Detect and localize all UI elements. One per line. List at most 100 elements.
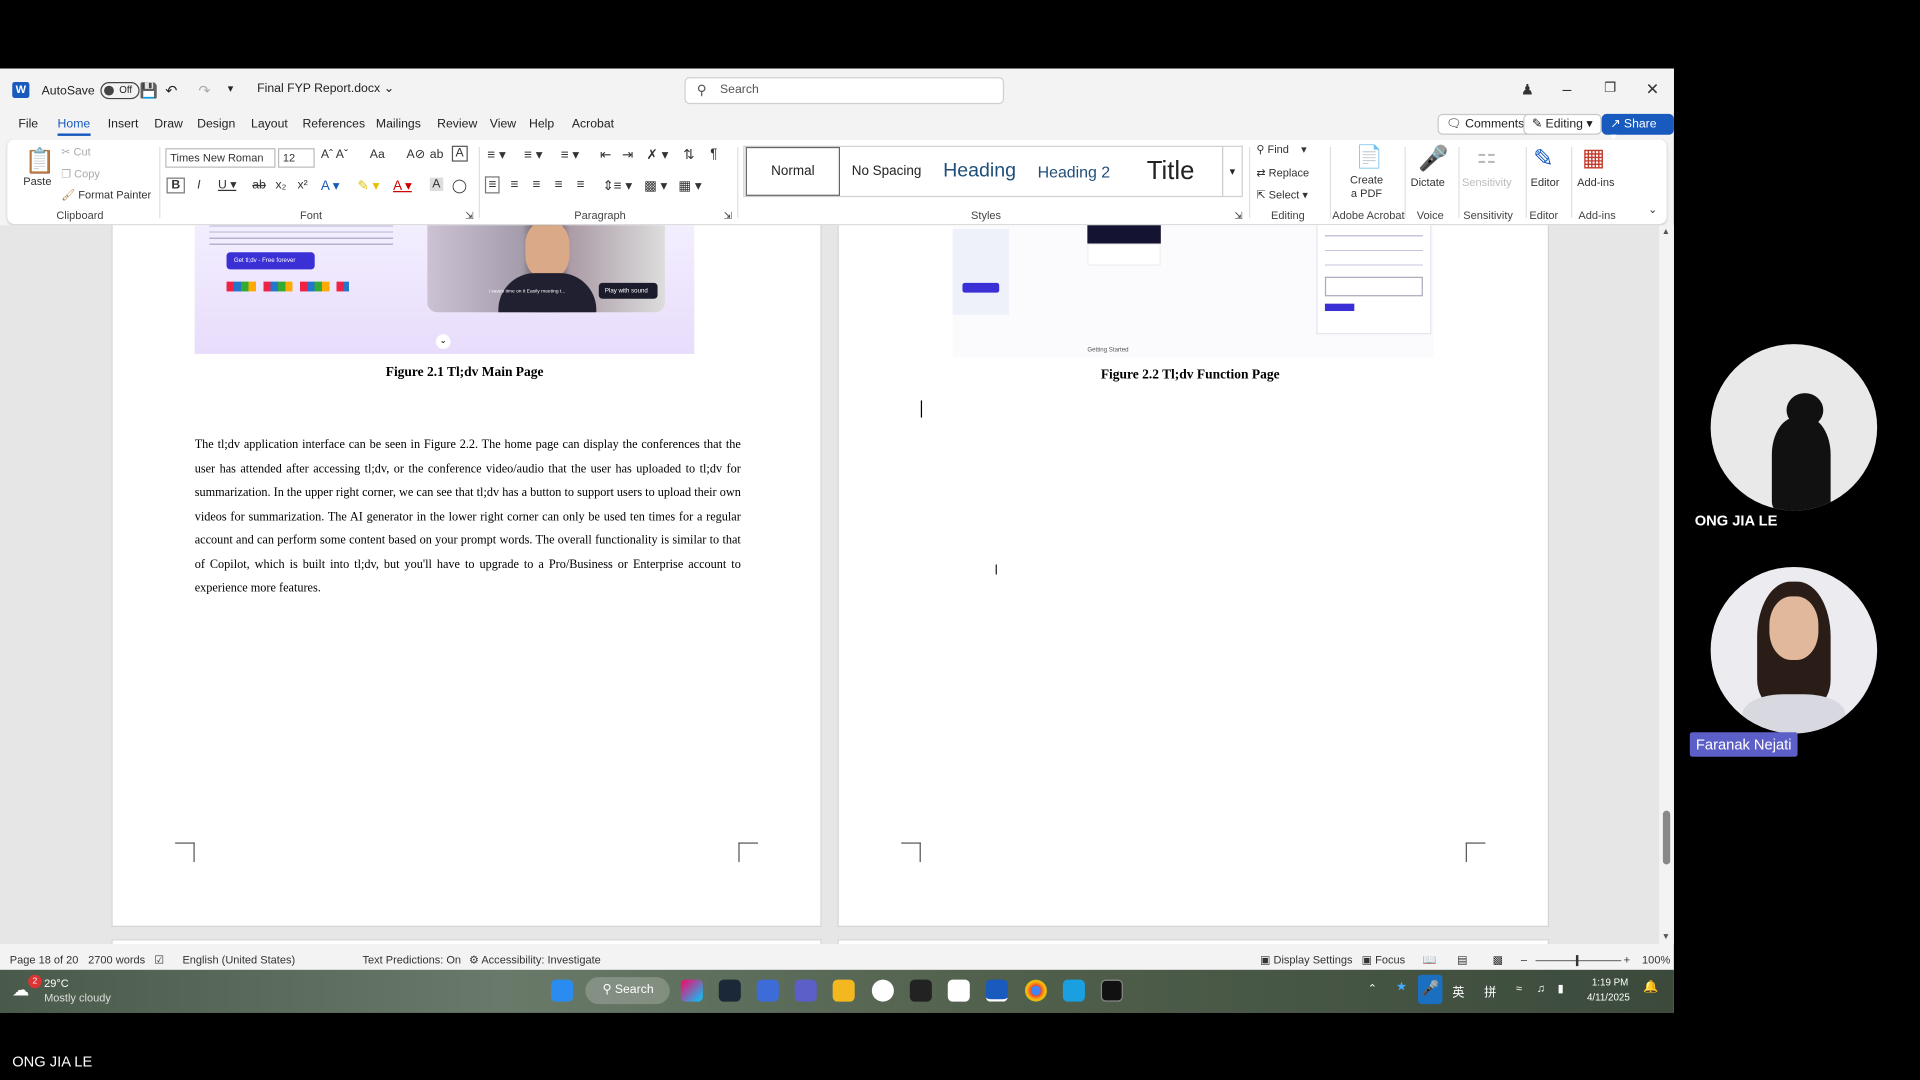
align-left-icon[interactable]: ≡ xyxy=(484,176,501,194)
word-taskbar-icon[interactable] xyxy=(985,979,1008,1002)
distributed-icon[interactable]: ≡ xyxy=(577,178,585,193)
char-border-icon[interactable]: A xyxy=(451,145,468,162)
change-case-icon[interactable]: Aa xyxy=(370,148,385,161)
asian-layout-icon[interactable]: ✗ ▾ xyxy=(647,147,669,163)
decrease-indent-icon[interactable]: ⇤ xyxy=(600,147,611,163)
style-heading-2[interactable]: Heading 2 xyxy=(1029,147,1120,196)
copilot-icon[interactable] xyxy=(680,979,703,1002)
text-predictions-status[interactable]: Text Predictions: On xyxy=(362,954,461,966)
font-dialog-icon[interactable]: ⇲ xyxy=(465,211,473,222)
style-no-spacing[interactable]: No Spacing xyxy=(842,147,930,196)
share-button[interactable]: ↗ Share ▾ xyxy=(1601,113,1674,144)
borders-icon[interactable]: ▦ ▾ xyxy=(678,178,701,194)
find-button[interactable]: ⚲ Find ▾ xyxy=(1256,143,1306,156)
start-icon[interactable] xyxy=(551,979,574,1002)
show-marks-icon[interactable]: ¶ xyxy=(710,147,717,162)
bluetooth-icon[interactable]: ★ xyxy=(1396,981,1407,994)
sort-icon[interactable]: ⇅ xyxy=(683,147,694,163)
styles-more-icon[interactable]: ▾ xyxy=(1222,146,1242,196)
tab-review[interactable]: Review xyxy=(437,118,477,131)
search-input[interactable]: ⚲ Search xyxy=(684,77,1005,105)
font-family-select[interactable]: Times New Roman xyxy=(165,148,276,168)
format-painter-button[interactable]: 🖌 Format Painter xyxy=(61,189,151,202)
addins-grid-icon[interactable]: ▦ xyxy=(1582,142,1605,173)
taskbar-search[interactable]: ⚲ Search xyxy=(585,977,670,1005)
redo-icon[interactable]: ↷ xyxy=(198,82,210,99)
tab-draw[interactable]: Draw xyxy=(154,118,183,131)
sensitivity-icon[interactable]: ⚏ xyxy=(1477,143,1497,169)
style-normal[interactable]: Normal xyxy=(745,146,841,196)
select-button[interactable]: ⇱ Select ▾ xyxy=(1256,189,1308,202)
copy-button[interactable]: ❐ Copy xyxy=(61,168,100,181)
shading-icon[interactable]: A xyxy=(429,177,443,192)
tab-file[interactable]: File xyxy=(18,118,38,131)
increase-indent-icon[interactable]: ⇥ xyxy=(622,147,633,163)
style-heading[interactable]: Heading xyxy=(931,147,1029,196)
focus-button[interactable]: ▣ Focus xyxy=(1362,954,1406,967)
enclose-char-icon[interactable]: ◯ xyxy=(452,178,467,194)
microphone-icon[interactable]: 🎤 xyxy=(1417,974,1443,1005)
paragraph-dialog-icon[interactable]: ⇲ xyxy=(724,211,732,222)
sensitivity-button[interactable]: Sensitivity xyxy=(1462,176,1512,188)
clock-time[interactable]: 1:19 PM xyxy=(1592,977,1628,988)
tab-help[interactable]: Help xyxy=(529,118,554,131)
autosave-toggle[interactable]: Off xyxy=(100,82,141,100)
minimize-icon[interactable]: – xyxy=(1562,80,1571,98)
addins-button[interactable]: Add-ins xyxy=(1577,176,1614,188)
cut-button[interactable]: ✂ Cut xyxy=(61,146,90,159)
tab-view[interactable]: View xyxy=(490,118,516,131)
customize-qat-icon[interactable]: ▾ xyxy=(228,82,234,95)
pdf-icon[interactable]: 📄 xyxy=(1356,144,1383,170)
restore-icon[interactable]: ❐ xyxy=(1604,80,1616,96)
justify-icon[interactable]: ≡ xyxy=(555,178,563,193)
tab-mailings[interactable]: Mailings xyxy=(376,118,421,131)
strikethrough-button[interactable]: ab xyxy=(252,179,266,192)
teams-icon[interactable] xyxy=(794,979,817,1002)
tab-design[interactable]: Design xyxy=(197,118,235,131)
page-left[interactable]: Get tl;dv - Free forever Play with sound… xyxy=(111,225,822,927)
bold-button[interactable]: B xyxy=(166,177,186,194)
ime-mode[interactable]: 拼 xyxy=(1484,982,1496,1000)
editor-button[interactable]: Editor xyxy=(1531,176,1560,188)
weather-icon[interactable]: ☁ xyxy=(12,980,29,1001)
body-paragraph[interactable]: The tl;dv application interface can be s… xyxy=(195,433,741,600)
language-indicator[interactable]: English (United States) xyxy=(182,954,295,966)
page-right[interactable]: Getting Started Figure 2.2 Tl;dv Functio… xyxy=(837,225,1549,927)
subscript-button[interactable]: x₂ xyxy=(276,179,287,192)
align-center-icon[interactable]: ≡ xyxy=(511,178,519,193)
align-right-icon[interactable]: ≡ xyxy=(533,178,541,193)
autosave-control[interactable]: AutoSave Off xyxy=(42,82,141,100)
epic-games-icon[interactable] xyxy=(909,979,932,1002)
clock-date[interactable]: 4/11/2025 xyxy=(1587,992,1630,1003)
scroll-down-icon[interactable]: ▼ xyxy=(1662,933,1670,942)
clear-format-icon[interactable]: A⊘ xyxy=(407,148,425,161)
weather-temp[interactable]: 29°C xyxy=(44,977,69,989)
styles-dialog-icon[interactable]: ⇲ xyxy=(1234,211,1242,222)
phonetic-icon[interactable]: ab xyxy=(430,148,444,161)
ribbon-collapse-icon[interactable]: ⌄ xyxy=(1648,203,1657,216)
highlight-icon[interactable]: ✎ ▾ xyxy=(358,178,380,194)
web-layout-icon[interactable]: ▩ xyxy=(1493,954,1503,967)
dictate-button[interactable]: Dictate xyxy=(1411,176,1445,188)
paste-icon[interactable]: 📋 xyxy=(24,146,54,177)
font-size-select[interactable]: 12 xyxy=(277,148,315,168)
zoom-in-icon[interactable]: + xyxy=(1624,954,1630,966)
underline-button[interactable]: U ▾ xyxy=(218,179,236,192)
wifi-icon[interactable]: ≈ xyxy=(1516,982,1522,994)
accessibility-status[interactable]: ⚙ Accessibility: Investigate xyxy=(469,954,601,967)
create-pdf-button[interactable]: Create a PDF xyxy=(1346,174,1388,201)
terminal-icon[interactable] xyxy=(1100,979,1123,1002)
paragraph-shading-icon[interactable]: ▩ ▾ xyxy=(644,178,667,194)
display-settings-button[interactable]: ▣ Display Settings xyxy=(1260,954,1353,967)
chevron-up-icon[interactable]: ⌃ xyxy=(1368,982,1377,995)
steam-icon[interactable] xyxy=(718,979,741,1002)
document-area[interactable]: Get tl;dv - Free forever Play with sound… xyxy=(0,225,1674,945)
replace-button[interactable]: ⇄ Replace xyxy=(1256,167,1309,180)
proofing-icon[interactable]: ☑ xyxy=(154,954,164,967)
scroll-up-icon[interactable]: ▲ xyxy=(1662,228,1670,237)
document-title[interactable]: Final FYP Report.docx ⌄ xyxy=(257,82,394,95)
notepad-icon[interactable] xyxy=(1062,979,1085,1002)
tab-layout[interactable]: Layout xyxy=(251,118,288,131)
editor-pen-icon[interactable]: ✎ xyxy=(1533,143,1554,174)
print-layout-icon[interactable]: ▤ xyxy=(1457,954,1467,967)
